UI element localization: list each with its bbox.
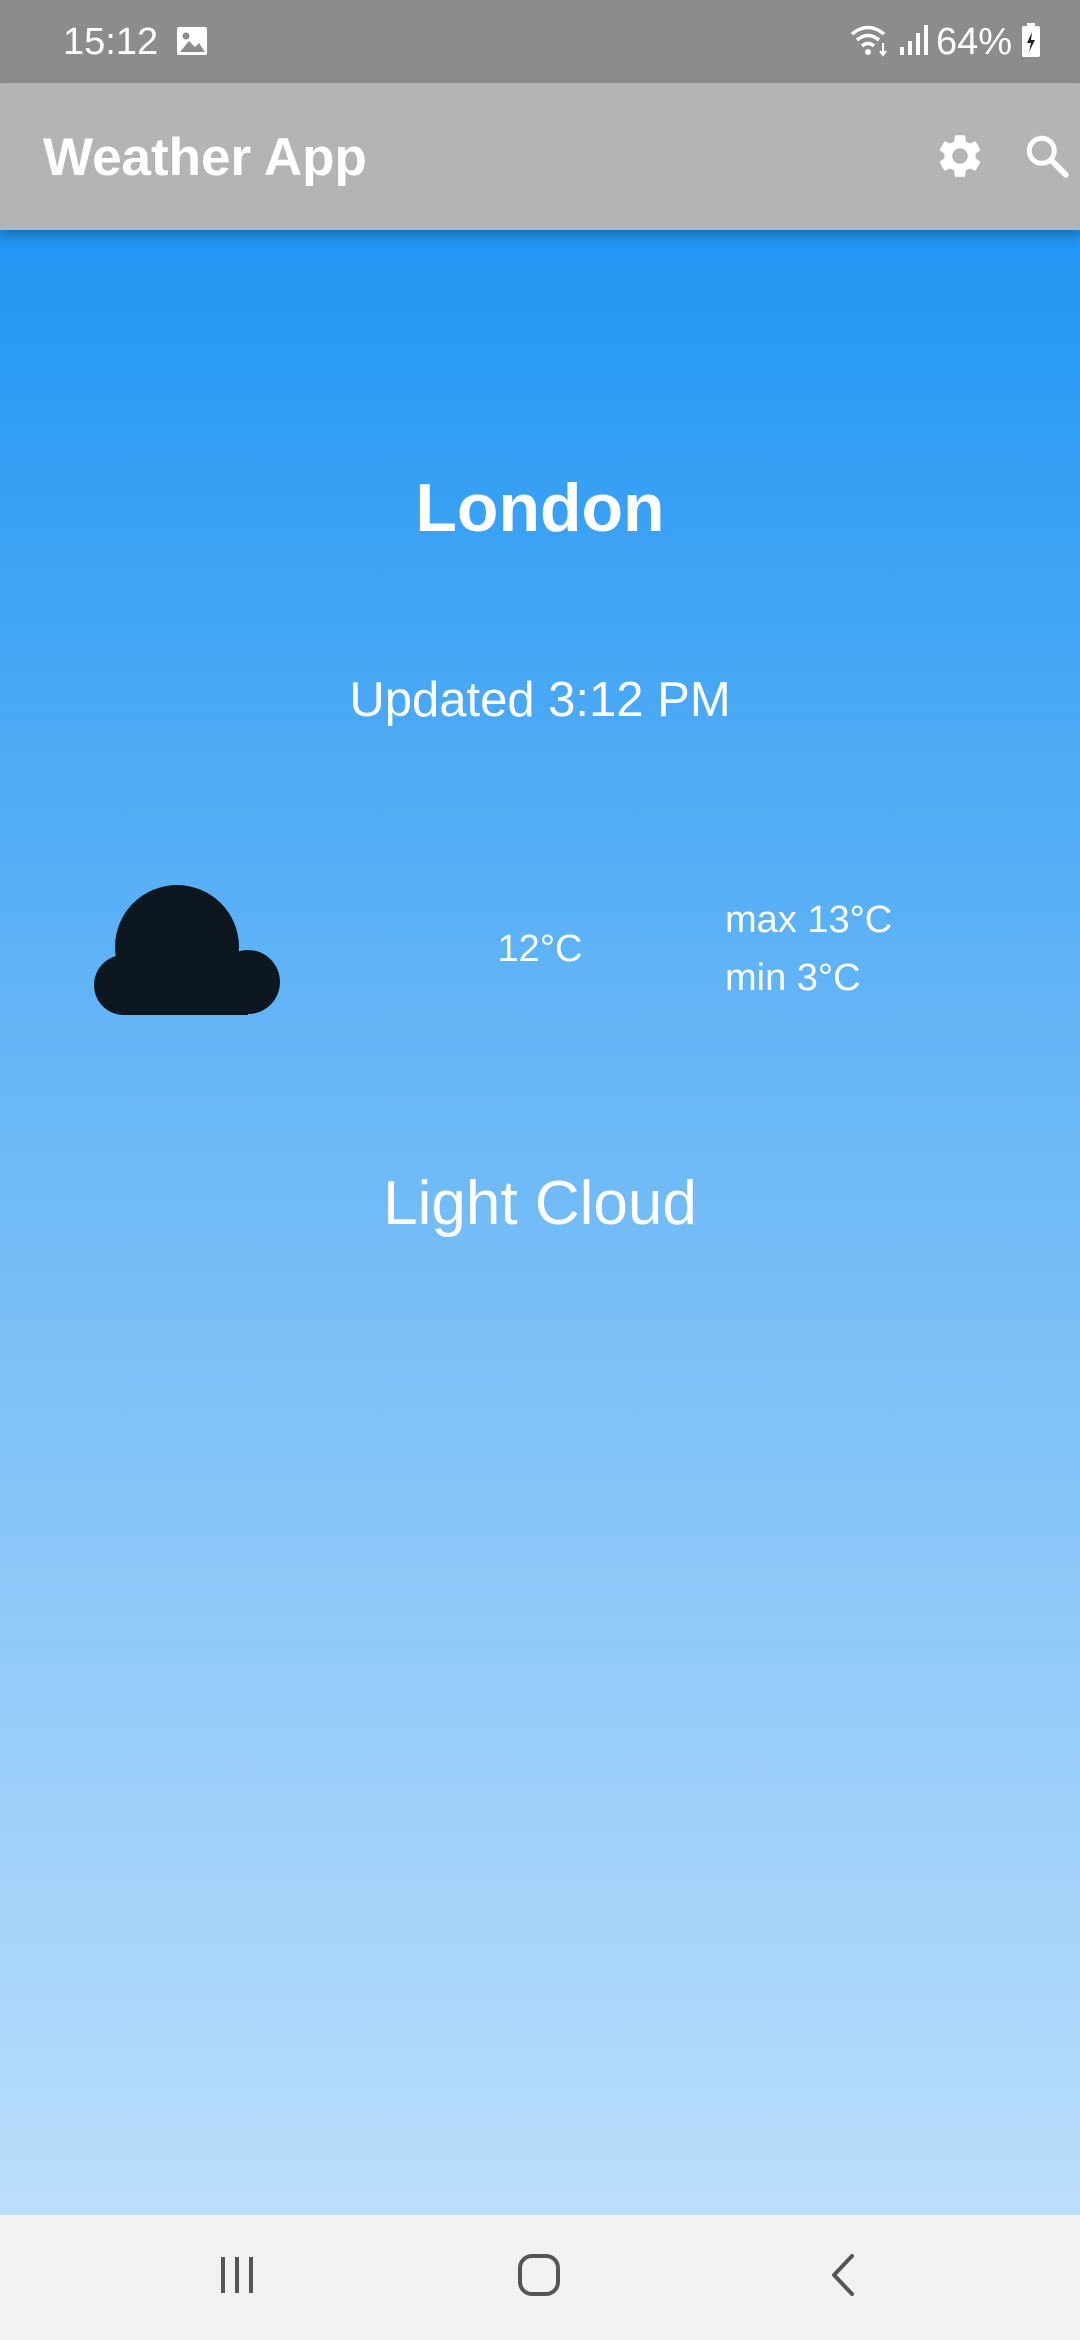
settings-button[interactable] (930, 128, 990, 188)
recents-button[interactable] (202, 2245, 272, 2309)
app-bar: Weather App (0, 83, 1080, 230)
status-bar: 15:12 64% (0, 0, 1080, 83)
signal-icon (898, 23, 928, 62)
back-icon (828, 2252, 858, 2303)
back-button[interactable] (808, 2245, 878, 2309)
weather-content: London Updated 3:12 PM 12°C max 13°C min… (0, 230, 1080, 2215)
wifi-icon (850, 23, 890, 62)
max-temperature: max 13°C (725, 899, 893, 941)
navigation-bar (0, 2215, 1080, 2340)
battery-icon (1020, 22, 1042, 63)
min-temperature: min 3°C (725, 957, 861, 999)
home-icon (516, 2252, 562, 2303)
updated-time: Updated 3:12 PM (349, 673, 731, 727)
battery-percent: 64% (935, 21, 1012, 63)
search-button[interactable] (1017, 128, 1077, 188)
app-title: Weather App (43, 128, 367, 187)
weather-summary-row: 12°C max 13°C min 3°C (0, 870, 1080, 1020)
current-temperature: 12°C (497, 928, 583, 970)
home-button[interactable] (504, 2245, 574, 2309)
recents-icon (215, 2255, 259, 2300)
gallery-icon (176, 26, 208, 56)
status-icons: 64% (850, 20, 1042, 64)
search-icon (1022, 131, 1072, 186)
cloud-icon (80, 885, 280, 1015)
weather-condition: Light Cloud (383, 1169, 697, 1238)
city-name: London (415, 470, 665, 546)
status-time: 15:12 (63, 21, 159, 63)
screen: 15:12 64% Weather App London Updated 3:1… (0, 0, 1080, 2340)
gear-icon (934, 130, 986, 187)
